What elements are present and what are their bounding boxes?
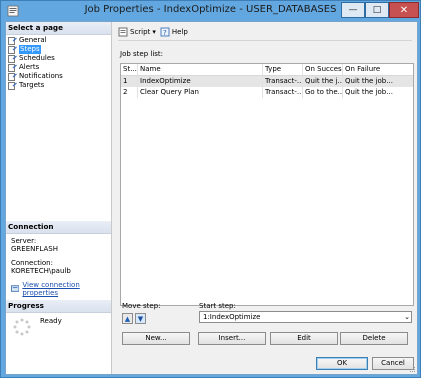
start-step-select[interactable]: 1:IndexOptimize ⌄ [199, 311, 412, 323]
sidebar-item-schedules[interactable]: Schedules [8, 54, 111, 63]
job-step-list-label: Job step list: [120, 50, 164, 58]
script-button[interactable]: Script ▾ [118, 27, 156, 37]
progress-status: Ready [40, 317, 62, 325]
cell-type: Transact-... [265, 76, 303, 87]
move-up-button[interactable]: ▲ [122, 313, 133, 324]
maximize-button[interactable]: □ [365, 2, 389, 18]
cell-on-failure: Quit the job... [345, 77, 393, 85]
page-icon [8, 81, 17, 90]
help-button[interactable]: ? Help [160, 27, 188, 37]
page-icon [8, 36, 17, 45]
cell-step: 2 [121, 87, 138, 98]
cell-on-failure: Quit the job... [345, 88, 393, 96]
sidebar-item-notifications[interactable]: Notifications [8, 72, 111, 81]
column-header-name[interactable]: Name [138, 64, 263, 75]
resize-grip-icon[interactable] [410, 367, 416, 373]
svg-text:?: ? [163, 29, 167, 37]
delete-step-button[interactable]: Delete [340, 332, 408, 345]
progress-header: Progress [6, 300, 111, 313]
job-step-grid[interactable]: St... Name Type On Success On Failure 1 … [120, 63, 414, 306]
insert-step-button[interactable]: Insert... [198, 332, 266, 345]
job-properties-window: Job Properties - IndexOptimize - USER_DA… [0, 0, 421, 378]
column-header-type[interactable]: Type [263, 64, 303, 75]
cell-name: IndexOptimize [138, 76, 263, 87]
server-value: GREENFLASH [11, 245, 58, 253]
maximize-icon: □ [372, 5, 382, 15]
select-page-header: Select a page [6, 22, 111, 35]
sidebar-item-steps[interactable]: Steps [8, 45, 111, 54]
progress-spinner-icon [13, 318, 31, 336]
arrow-down-icon: ▼ [137, 314, 144, 323]
connection-properties-icon [11, 285, 20, 292]
minimize-button[interactable]: — [341, 2, 365, 18]
new-step-button[interactable]: New... [122, 332, 190, 345]
page-icon [8, 72, 17, 81]
arrow-up-icon: ▲ [124, 314, 131, 323]
sidebar-item-label: Alerts [19, 63, 40, 71]
cancel-button[interactable]: Cancel [372, 357, 414, 370]
sidebar-item-label: Notifications [19, 72, 63, 80]
edit-step-button[interactable]: Edit [270, 332, 338, 345]
help-icon: ? [160, 27, 170, 37]
connection-label: Connection: [11, 259, 53, 267]
sidebar-item-label: Schedules [19, 54, 55, 62]
cell-on-success: Go to the... [305, 87, 343, 98]
page-icon [8, 63, 17, 72]
script-label: Script [130, 28, 151, 36]
page-icon [8, 54, 17, 63]
cell-type: Transact-... [265, 87, 303, 98]
table-row[interactable]: 2 Clear Query Plan Transact-... Go to th… [121, 87, 413, 98]
close-icon: ✕ [399, 4, 409, 16]
move-down-button[interactable]: ▼ [135, 313, 146, 324]
column-header-step[interactable]: St... [121, 64, 138, 75]
toolbar-divider [118, 40, 412, 41]
sidebar-item-label: General [19, 36, 47, 44]
dialog-client-area: Select a page General Steps Schedules Al… [5, 21, 418, 375]
help-label: Help [171, 28, 188, 36]
progress-section: Progress Ready [6, 300, 111, 336]
cell-name: Clear Query Plan [138, 87, 263, 98]
grid-header: St... Name Type On Success On Failure [121, 64, 413, 76]
connection-value: KORETECH\paulb [11, 267, 71, 275]
toolbar: Script ▾ ? Help [118, 26, 188, 38]
move-step-label: Move step: [122, 302, 161, 310]
table-row[interactable]: 1 IndexOptimize Transact-... Quit the j.… [121, 76, 413, 87]
start-step-label: Start step: [199, 302, 236, 310]
column-header-on-success[interactable]: On Success [303, 64, 343, 75]
cell-step: 1 [121, 76, 138, 87]
connection-header: Connection [6, 221, 111, 234]
sidebar-item-label: Targets [19, 81, 45, 89]
column-header-on-failure[interactable]: On Failure [343, 64, 413, 75]
steps-page: Script ▾ ? Help Job step list: St... Nam… [112, 22, 417, 374]
page-icon [8, 45, 17, 54]
view-connection-properties-link[interactable]: View connection properties [22, 281, 111, 297]
ok-button[interactable]: OK [316, 357, 368, 370]
server-label: Server: [11, 237, 37, 245]
move-step-controls: ▲ ▼ [122, 313, 146, 324]
start-step-value: 1:IndexOptimize [203, 313, 261, 321]
chevron-down-icon[interactable]: ▾ [152, 28, 156, 36]
cell-on-success: Quit the j... [305, 76, 343, 87]
close-button[interactable]: ✕ [389, 2, 419, 18]
sidebar-item-alerts[interactable]: Alerts [8, 63, 111, 72]
page-list: General Steps Schedules Alerts Notificat… [6, 35, 111, 90]
minimize-icon: — [348, 5, 358, 15]
connection-section: Connection Server: GREENFLASH Connection… [6, 221, 111, 297]
title-bar[interactable]: Job Properties - IndexOptimize - USER_DA… [1, 1, 420, 21]
sidebar-item-targets[interactable]: Targets [8, 81, 111, 90]
sidebar-item-label: Steps [19, 45, 41, 54]
sidebar-item-general[interactable]: General [8, 36, 111, 45]
chevron-down-icon[interactable]: ⌄ [404, 312, 410, 322]
script-icon [118, 27, 128, 37]
left-pane: Select a page General Steps Schedules Al… [6, 22, 112, 374]
